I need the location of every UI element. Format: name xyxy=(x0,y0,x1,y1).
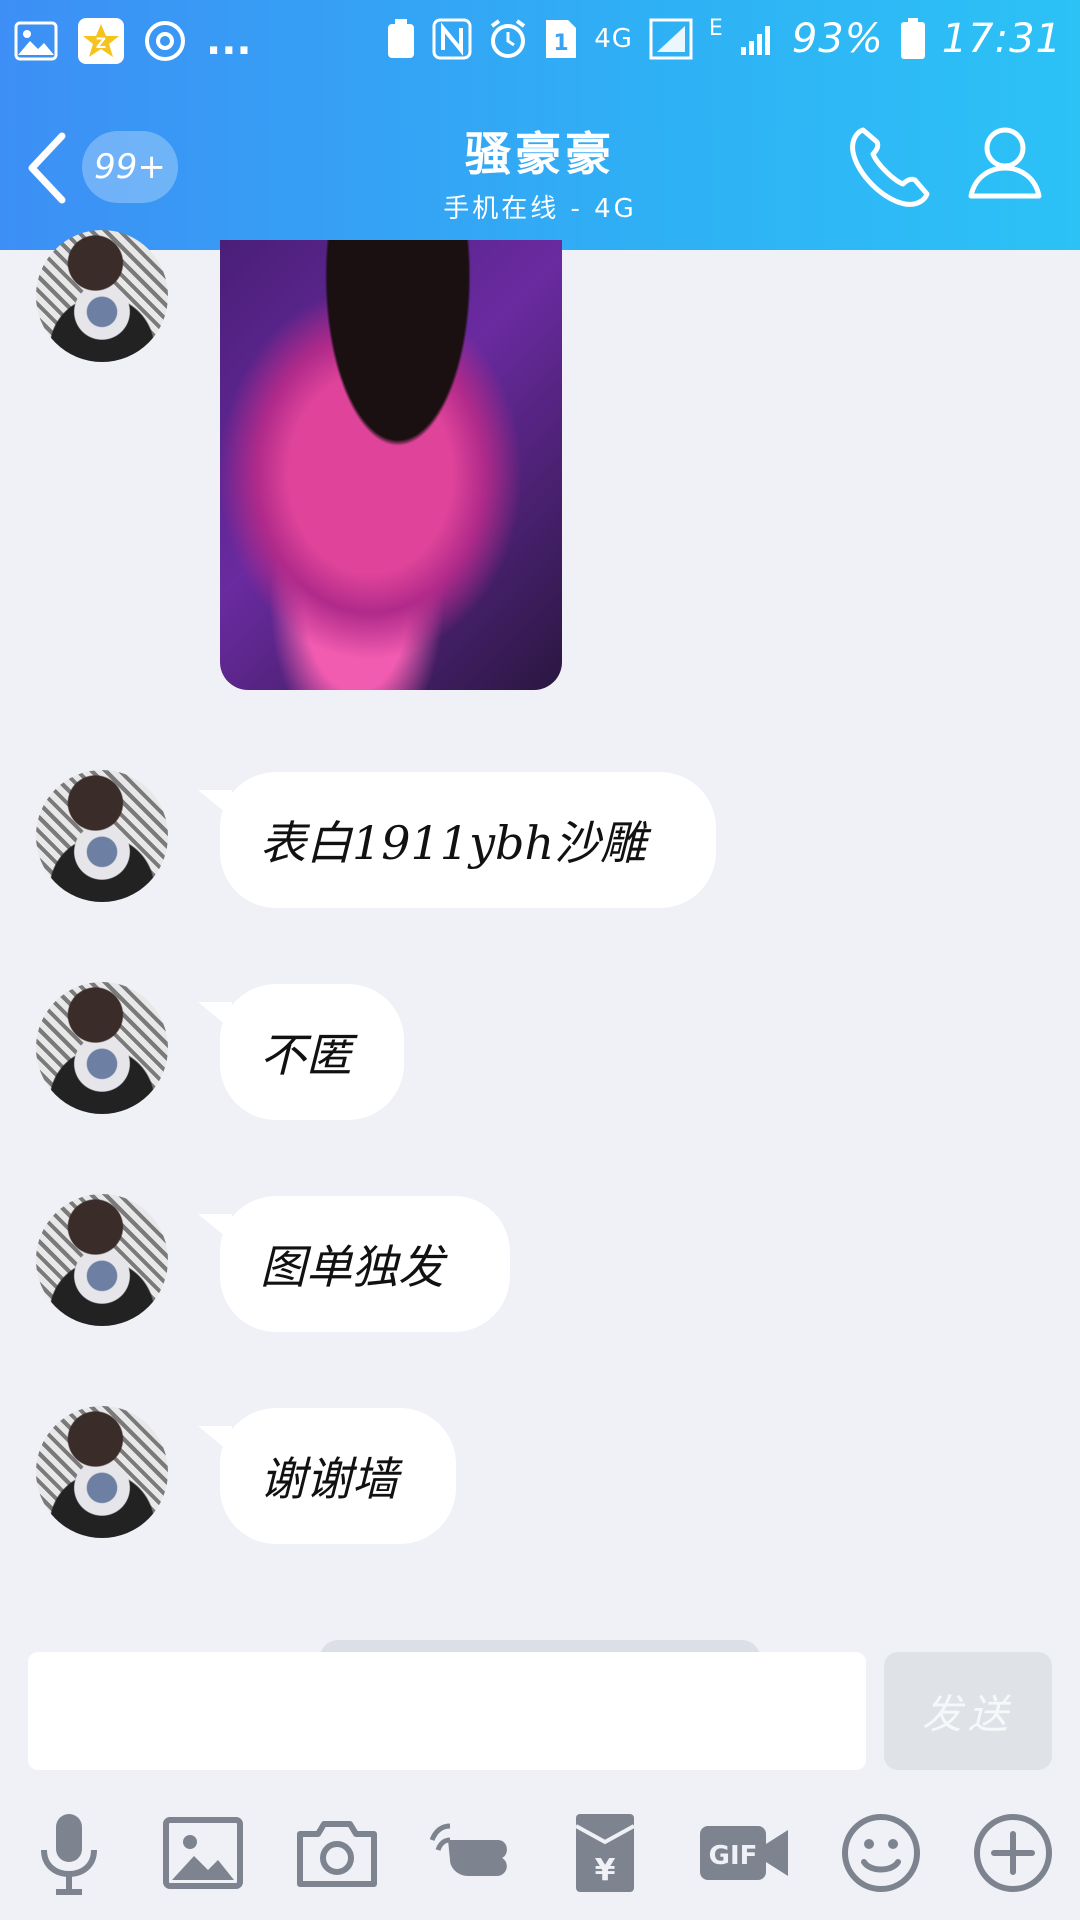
red-packet-button[interactable]: ¥ xyxy=(562,1810,648,1896)
message-bubble[interactable]: 表白1911ybh沙雕 xyxy=(220,772,716,908)
more-options-button[interactable] xyxy=(970,1810,1056,1896)
svg-text:Z: Z xyxy=(96,36,106,52)
clock: 17:31 xyxy=(941,16,1062,62)
battery-percent: 93% xyxy=(791,16,884,62)
contact-profile-button[interactable] xyxy=(965,122,1045,202)
gallery-notification-icon xyxy=(14,21,58,61)
message-bubble[interactable]: 不匿 xyxy=(220,984,404,1120)
more-notifications-indicator: ... xyxy=(206,18,252,64)
alarm-icon xyxy=(491,19,526,58)
voice-input-button[interactable] xyxy=(26,1810,112,1896)
emoji-icon xyxy=(842,1814,920,1892)
status-bar: Z ... 1 4G E 93% 17:31 xyxy=(0,0,1080,90)
cleaner-icon xyxy=(388,19,415,58)
sender-avatar[interactable] xyxy=(36,1406,168,1538)
music-notification-icon xyxy=(145,21,185,61)
signal-icon-sim1 xyxy=(649,18,693,60)
network-type-sim2: E xyxy=(708,16,724,41)
svg-text:1: 1 xyxy=(554,31,569,56)
image-message[interactable] xyxy=(220,240,562,690)
photo-album-button[interactable] xyxy=(160,1810,246,1896)
message-bubble[interactable]: 谢谢墙 xyxy=(220,1408,456,1544)
gif-label: GIF xyxy=(709,1841,758,1871)
battery-icon xyxy=(900,18,925,59)
qzone-notification-icon: Z xyxy=(78,18,124,64)
phone-icon xyxy=(850,127,930,207)
red-packet-symbol: ¥ xyxy=(595,1853,616,1888)
microphone-icon xyxy=(41,1814,97,1895)
sender-avatar[interactable] xyxy=(36,982,168,1114)
image-icon xyxy=(163,1817,243,1889)
status-system: 1 4G E 93% 17:31 xyxy=(386,16,1062,62)
person-icon xyxy=(968,127,1042,199)
sender-avatar[interactable] xyxy=(36,230,168,362)
message-input[interactable] xyxy=(28,1652,866,1770)
red-packet-icon: ¥ xyxy=(575,1814,635,1892)
send-button[interactable]: 发送 xyxy=(884,1652,1052,1770)
poke-button[interactable] xyxy=(428,1810,514,1896)
chat-header: Z ... 1 4G E 93% 17:31 99+ 骚豪豪 手机在线 - 4G xyxy=(0,0,1080,250)
voice-call-button[interactable] xyxy=(845,122,935,212)
gif-camera-icon: GIF xyxy=(700,1826,788,1880)
sender-avatar[interactable] xyxy=(36,770,168,902)
camera-icon xyxy=(297,1821,377,1887)
nfc-icon xyxy=(432,18,472,60)
emoji-button[interactable] xyxy=(838,1810,924,1896)
signal-icon-sim2 xyxy=(740,26,770,55)
status-notifications: Z ... xyxy=(14,18,252,64)
plus-icon xyxy=(974,1814,1052,1892)
network-type: 4G xyxy=(594,24,633,54)
input-toolbar: ¥ GIF xyxy=(0,1800,1080,1910)
sender-avatar[interactable] xyxy=(36,1194,168,1326)
message-bubble[interactable]: 图单独发 xyxy=(220,1196,510,1332)
camera-button[interactable] xyxy=(294,1810,380,1896)
gif-button[interactable]: GIF xyxy=(696,1810,792,1896)
sim-icon: 1 xyxy=(546,20,577,58)
poke-icon xyxy=(429,1823,507,1876)
